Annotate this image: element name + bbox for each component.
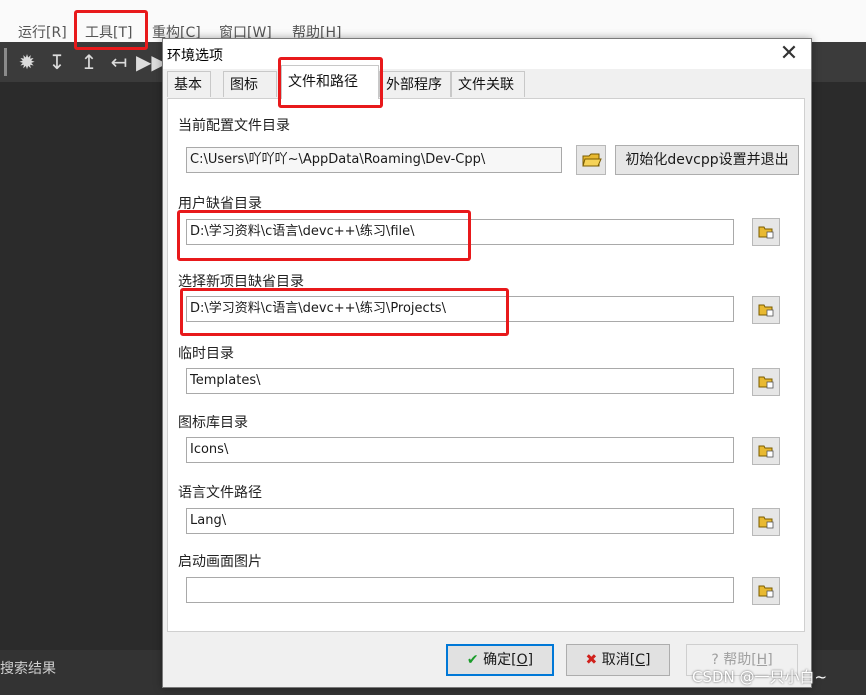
browse-temp-dir-button[interactable] xyxy=(752,368,780,396)
folder-browse-icon xyxy=(758,304,774,317)
files-paths-panel xyxy=(167,98,805,632)
splash-image-label: 启动画面图片 xyxy=(178,554,262,570)
debug-bug-icon[interactable]: ✹ xyxy=(14,48,40,76)
menu-tools[interactable]: 工具[T] xyxy=(85,22,132,42)
unindent-icon[interactable]: ↥ xyxy=(76,48,102,76)
tab-file-associations[interactable]: 文件关联 xyxy=(451,71,525,97)
toolbar-grip[interactable] xyxy=(4,48,7,76)
browse-lang-dir-button[interactable] xyxy=(752,508,780,536)
lang-dir-field[interactable]: Lang\ xyxy=(186,508,734,534)
ok-button-label: 确定 xyxy=(483,652,512,668)
splash-image-field[interactable] xyxy=(186,577,734,603)
tab-icons[interactable]: 图标 xyxy=(223,71,277,97)
temp-dir-field[interactable]: Templates\ xyxy=(186,368,734,394)
dialog-title: 环境选项 xyxy=(167,48,223,64)
close-icon[interactable]: ✕ xyxy=(769,39,809,69)
browse-user-default-dir-button[interactable] xyxy=(752,218,780,246)
browse-splash-image-button[interactable] xyxy=(752,577,780,605)
lang-dir-label: 语言文件路径 xyxy=(178,485,262,501)
config-dir-field[interactable]: C:\Users\吖吖吖~\AppData\Roaming\Dev-Cpp\ xyxy=(186,147,562,173)
icon-lib-dir-label: 图标库目录 xyxy=(178,415,248,431)
checkmark-icon: ✔ xyxy=(466,652,479,668)
cancel-accel-key: C xyxy=(635,652,645,668)
environment-options-dialog: 环境选项 ✕ 基本 图标 文件和路径 外部程序 文件关联 当前配置文件目录 C:… xyxy=(162,38,812,688)
menu-run[interactable]: 运行[R] xyxy=(18,22,67,42)
ok-button[interactable]: ✔ 确定[O] xyxy=(446,644,554,676)
browse-icon-lib-dir-button[interactable] xyxy=(752,437,780,465)
ok-accel-key: O xyxy=(516,652,528,668)
csdn-watermark: CSDN @一只小白~ xyxy=(692,668,828,686)
dialog-titlebar[interactable]: 环境选项 ✕ xyxy=(163,39,811,69)
run-forward-icon[interactable]: ▶▶ xyxy=(136,48,167,76)
new-project-dir-label: 选择新项目缺省目录 xyxy=(178,274,304,290)
indent-icon[interactable]: ↧ xyxy=(44,48,70,76)
user-default-dir-field[interactable]: D:\学习资料\c语言\devc++\练习\file\ xyxy=(186,219,734,245)
user-default-dir-label: 用户缺省目录 xyxy=(178,196,262,212)
tab-external-programs[interactable]: 外部程序 xyxy=(379,71,451,97)
toggle-comment-icon[interactable]: ↤ xyxy=(106,48,132,76)
tab-files-paths[interactable]: 文件和路径 xyxy=(281,65,379,99)
folder-browse-icon xyxy=(758,376,774,389)
search-results-tab[interactable]: 搜索结果 xyxy=(0,658,56,678)
new-project-dir-field[interactable]: D:\学习资料\c语言\devc++\练习\Projects\ xyxy=(186,296,734,322)
folder-browse-icon xyxy=(758,516,774,529)
tab-basic[interactable]: 基本 xyxy=(167,71,211,97)
cancel-x-icon: ✖ xyxy=(585,652,598,668)
ide-menubar: 运行[R] 工具[T] 重构[C] 窗口[W] 帮助[H] xyxy=(0,0,866,42)
cancel-button[interactable]: ✖ 取消[C] xyxy=(566,644,670,676)
folder-browse-icon xyxy=(758,226,774,239)
cancel-button-label: 取消 xyxy=(601,652,630,668)
open-folder-icon xyxy=(582,153,602,167)
folder-browse-icon xyxy=(758,445,774,458)
reset-devcpp-settings-button[interactable]: 初始化devcpp设置并退出 xyxy=(615,145,799,175)
config-dir-label: 当前配置文件目录 xyxy=(178,118,290,134)
browse-new-project-dir-button[interactable] xyxy=(752,296,780,324)
open-config-folder-button[interactable] xyxy=(576,145,606,175)
temp-dir-label: 临时目录 xyxy=(178,346,234,362)
icon-lib-dir-field[interactable]: Icons\ xyxy=(186,437,734,463)
folder-browse-icon xyxy=(758,585,774,598)
